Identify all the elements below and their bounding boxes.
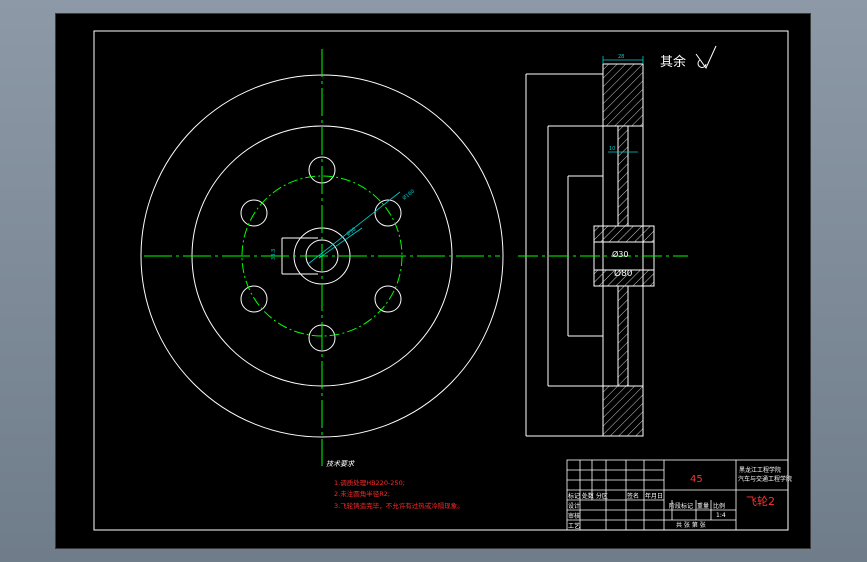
bolt-circle-dim: Ø160 — [401, 188, 416, 202]
stage-label: 阶段标记 — [669, 502, 693, 510]
bolt-hole-upper-right — [374, 199, 402, 227]
date-label: 年月日 — [645, 492, 663, 500]
design-label: 设计 — [568, 502, 580, 510]
tech-item-1: 1.调质处理HB220-250; — [334, 478, 405, 487]
tech-requirements: 技术要求 1.调质处理HB220-250; 2.未注圆角半径R2; 3.飞轮铸造… — [326, 460, 464, 510]
surface-finish-note: 其余 — [660, 54, 686, 70]
scale-value: 1:4 — [716, 512, 726, 519]
process-label: 工艺 — [568, 522, 580, 530]
keyway-dim: 33.3 — [271, 249, 277, 260]
part-name: 飞轮2 — [746, 494, 775, 508]
tech-item-2: 2.未注圆角半径R2; — [334, 489, 390, 498]
bore-section-dim: Ø30 — [612, 249, 628, 259]
rim-width-dim: 28 — [618, 54, 624, 60]
rim-hatch-bottom — [602, 385, 644, 437]
sheets-label: 共 张 第 张 — [676, 521, 706, 529]
web-hatch-bottom — [617, 285, 629, 387]
weight-label: 重量 — [697, 502, 709, 510]
rim-hatch-top — [602, 63, 644, 127]
bore-dim: Ø30 — [345, 226, 357, 238]
web-width-dim: 10 — [609, 146, 615, 152]
school-line-1: 黑龙江工程学院 — [739, 466, 781, 474]
roughness-symbol-icon — [695, 45, 717, 69]
drawing-border — [93, 30, 789, 531]
flywheel-drawing: Ø160 Ø30 33.3 28 10 Ø80 Ø30 其余 技术要求 1.调质… — [93, 30, 792, 531]
left-face-lines — [525, 73, 603, 437]
hub-diameter-dim: Ø80 — [614, 268, 633, 279]
school-line-2: 汽车与交通工程学院 — [738, 475, 792, 483]
change-label: 标记 处数 分区 — [568, 492, 608, 500]
review-label: 审核 — [568, 512, 580, 520]
cad-viewport[interactable]: Ø160 Ø30 33.3 28 10 Ø80 Ø30 其余 技术要求 1.调质… — [55, 13, 811, 549]
scale-label: 比例 — [713, 502, 725, 510]
front-centerlines — [144, 49, 500, 466]
tech-heading: 技术要求 — [326, 460, 355, 468]
web-hatch-top — [617, 125, 629, 227]
hub-hatch-top — [593, 225, 655, 243]
bolt-hole-lower-right — [374, 285, 402, 313]
tech-item-3: 3.飞轮铸造完毕，不允许有过热或冷隔现象。 — [334, 501, 464, 510]
material-label: 45 — [690, 474, 703, 485]
sign-label: 签名 — [627, 492, 639, 500]
